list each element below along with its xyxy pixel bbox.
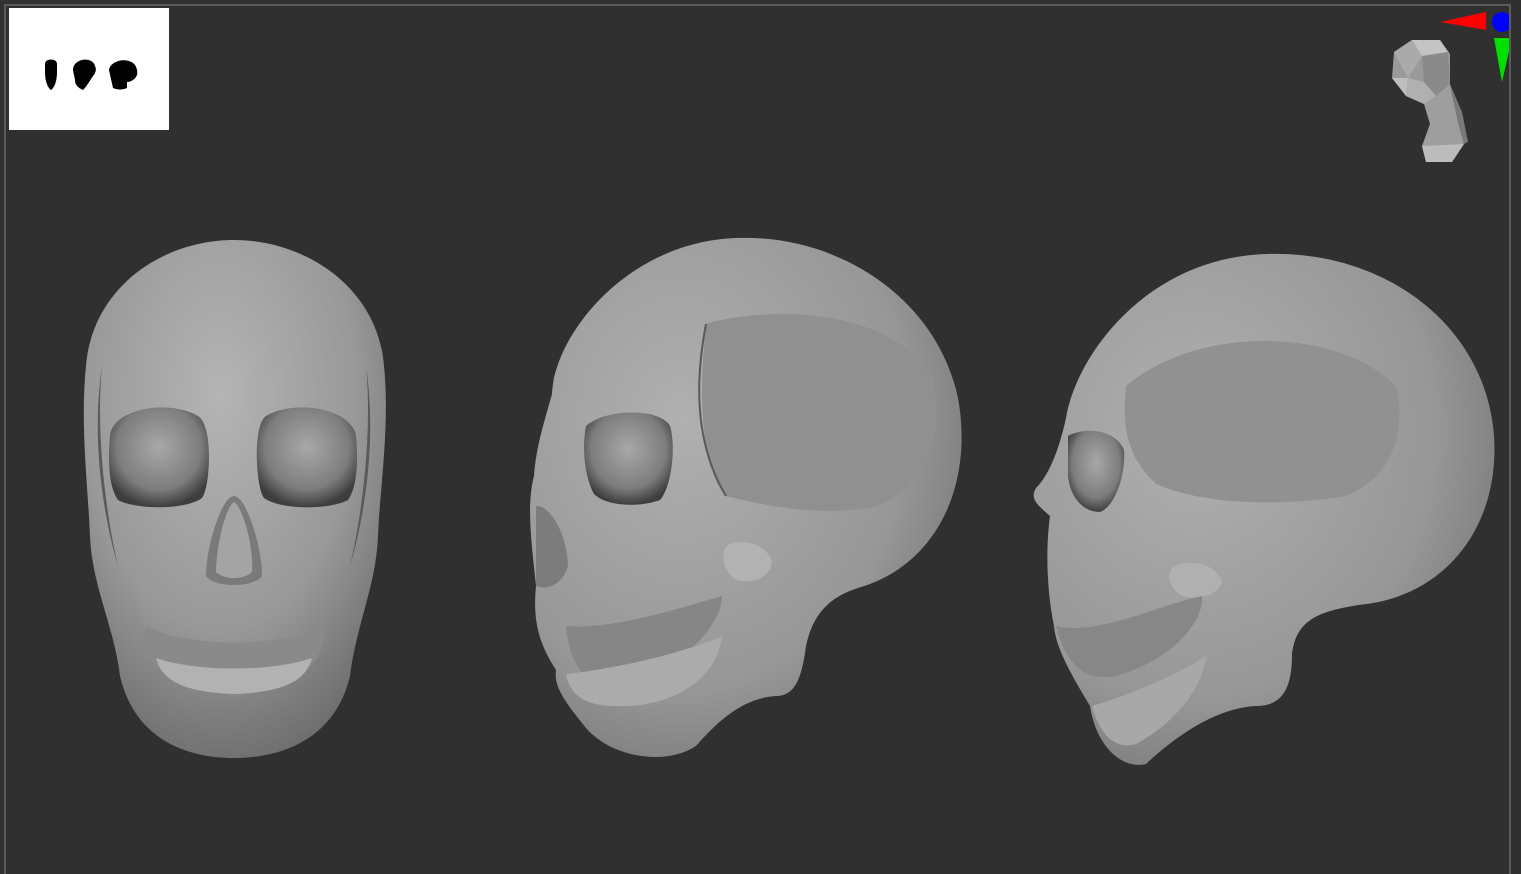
3d-viewport[interactable] xyxy=(4,4,1511,874)
skull-front-view[interactable] xyxy=(83,240,386,758)
skull-side-view[interactable] xyxy=(1033,253,1495,765)
sculpt-models-area[interactable] xyxy=(6,6,1509,874)
skull-three-quarter-view[interactable] xyxy=(530,237,962,758)
